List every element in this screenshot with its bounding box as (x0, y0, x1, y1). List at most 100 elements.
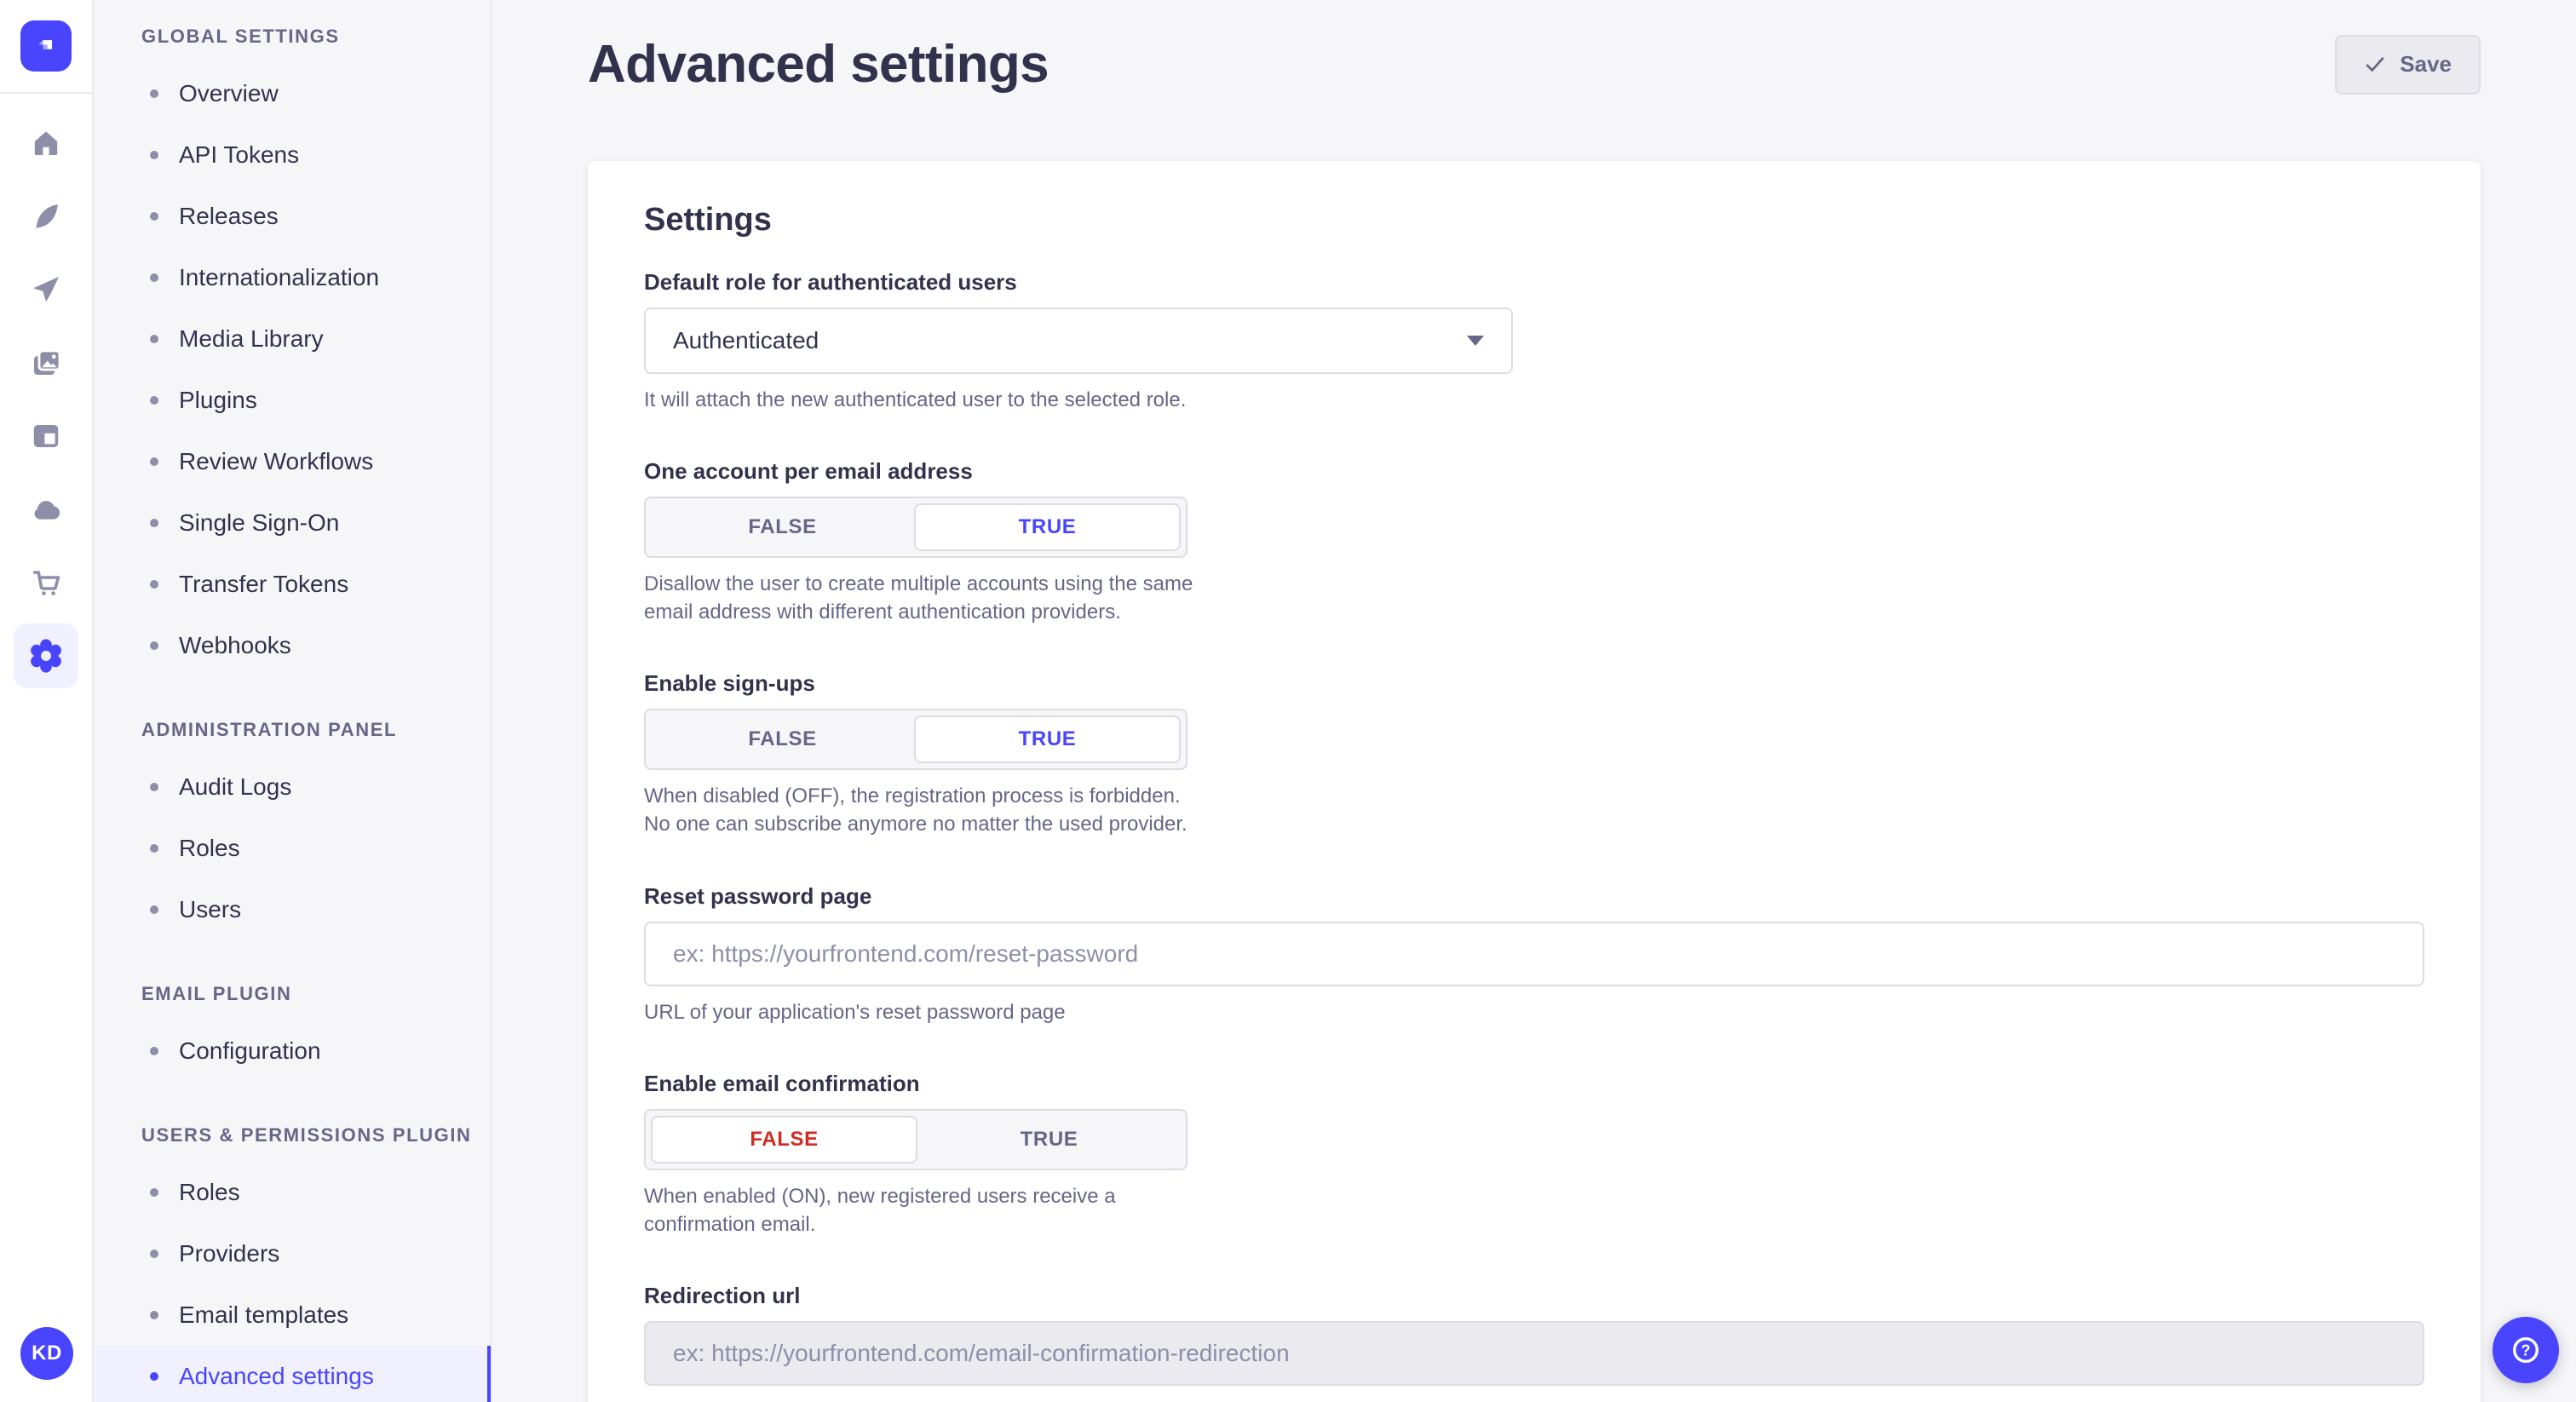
sidebar-item-label: Plugins (179, 387, 257, 414)
sidebar-item-media-library[interactable]: Media Library (95, 308, 491, 370)
cloud-button[interactable] (14, 477, 78, 542)
page-header: Advanced settings Save (588, 34, 2481, 95)
sidebar-item-label: Roles (179, 835, 240, 862)
main-content: Advanced settings Save Settings Default … (492, 0, 2576, 1402)
one-account-toggle: FALSE TRUE (644, 497, 1187, 558)
sidebar-item-roles[interactable]: Roles (95, 1162, 491, 1223)
nav-section-heading: Users & Permissions Plugin (141, 1126, 491, 1145)
bullet-icon (150, 89, 158, 98)
save-button-label: Save (2400, 51, 2452, 78)
email-confirmation-toggle: FALSE TRUE (644, 1109, 1187, 1170)
home-icon (29, 126, 63, 160)
sidebar-item-transfer-tokens[interactable]: Transfer Tokens (95, 554, 491, 615)
bullet-icon (150, 273, 158, 282)
settings-card: Settings Default role for authenticated … (588, 161, 2481, 1402)
sidebar-item-overview[interactable]: Overview (95, 63, 491, 124)
media-library-button[interactable] (14, 330, 78, 395)
sidebar-item-single-sign-on[interactable]: Single Sign-On (95, 492, 491, 554)
strapi-logo[interactable] (20, 20, 72, 72)
reset-password-label: Reset password page (644, 883, 2424, 910)
sidebar-item-plugins[interactable]: Plugins (95, 370, 491, 431)
sidebar-item-configuration[interactable]: Configuration (95, 1020, 491, 1082)
bullet-icon (150, 1372, 158, 1381)
sidebar-item-label: Configuration (179, 1037, 321, 1065)
reset-password-input[interactable] (644, 922, 2424, 986)
marketplace-button[interactable] (14, 550, 78, 615)
bullet-icon (150, 783, 158, 791)
settings-sidebar: Global Settings Overview API Tokens Release… (95, 0, 492, 1402)
content-builder-button[interactable] (14, 184, 78, 249)
nav-section-heading: Global Settings (141, 27, 491, 46)
sidebar-item-email-templates[interactable]: Email templates (95, 1284, 491, 1346)
email-confirmation-hint: When enabled (ON), new registered users … (644, 1182, 1210, 1238)
bullet-icon (150, 212, 158, 221)
sidebar-item-label: Advanced settings (179, 1363, 374, 1390)
sidebar-item-users[interactable]: Users (95, 879, 491, 940)
sidebar-item-label: Providers (179, 1240, 279, 1267)
default-role-hint: It will attach the new authenticated use… (644, 386, 2424, 414)
sidebar-item-label: API Tokens (179, 141, 299, 169)
bullet-icon (150, 844, 158, 853)
content-manager-button[interactable] (14, 404, 78, 468)
email-confirmation-true-option[interactable]: TRUE (917, 1116, 1181, 1164)
bullet-icon (150, 641, 158, 650)
field-email-confirmation: Enable email confirmation FALSE TRUE Whe… (644, 1071, 2424, 1238)
sidebar-item-roles[interactable]: Roles (95, 818, 491, 879)
sidebar-item-providers[interactable]: Providers (95, 1223, 491, 1284)
help-button[interactable]: ? (2493, 1317, 2559, 1383)
user-avatar[interactable]: KD (20, 1327, 73, 1380)
settings-button[interactable] (14, 623, 78, 688)
field-one-account: One account per email address FALSE TRUE… (644, 458, 2424, 626)
media-library-icon (29, 346, 63, 380)
default-role-value: Authenticated (673, 327, 819, 354)
bullet-icon (150, 151, 158, 159)
sidebar-item-label: Transfer Tokens (179, 571, 348, 598)
one-account-false-option[interactable]: FALSE (651, 503, 914, 551)
field-redirection-url: Redirection url (644, 1283, 2424, 1386)
bullet-icon (150, 1250, 158, 1258)
bullet-icon (150, 1311, 158, 1319)
sidebar-item-releases[interactable]: Releases (95, 186, 491, 247)
home-button[interactable] (14, 111, 78, 175)
enable-signups-label: Enable sign-ups (644, 670, 2424, 697)
rail-icon-list (0, 94, 92, 688)
cloud-icon (29, 492, 63, 526)
one-account-true-option[interactable]: TRUE (914, 503, 1181, 551)
shopping-cart-icon (29, 566, 63, 600)
question-mark-icon: ? (2510, 1334, 2542, 1366)
field-reset-password: Reset password page URL of your applicat… (644, 883, 2424, 1026)
bullet-icon (150, 396, 158, 405)
chevron-down-icon (1467, 336, 1484, 346)
email-confirmation-false-option[interactable]: FALSE (651, 1116, 917, 1164)
logo-container (0, 0, 92, 94)
sidebar-item-label: Users (179, 896, 241, 923)
bullet-icon (150, 457, 158, 466)
strapi-logo-icon (29, 29, 63, 63)
nav-section-heading: Email Plugin (141, 985, 491, 1003)
sidebar-item-label: Internationalization (179, 264, 379, 291)
one-account-hint: Disallow the user to create multiple acc… (644, 570, 1210, 626)
sidebar-item-webhooks[interactable]: Webhooks (95, 615, 491, 676)
deploy-button[interactable] (14, 257, 78, 322)
sidebar-item-review-workflows[interactable]: Review Workflows (95, 431, 491, 492)
default-role-select[interactable]: Authenticated (644, 307, 1513, 374)
enable-signups-toggle: FALSE TRUE (644, 709, 1187, 770)
save-button[interactable]: Save (2335, 35, 2481, 95)
enable-signups-true-option[interactable]: TRUE (914, 715, 1181, 763)
sidebar-item-internationalization[interactable]: Internationalization (95, 247, 491, 308)
layout-icon (29, 419, 63, 453)
svg-text:?: ? (2521, 1342, 2530, 1359)
bullet-icon (150, 1188, 158, 1197)
redirection-url-input (644, 1321, 2424, 1386)
default-role-label: Default role for authenticated users (644, 269, 2424, 296)
sidebar-item-label: Media Library (179, 325, 324, 353)
sidebar-item-audit-logs[interactable]: Audit Logs (95, 756, 491, 818)
email-confirmation-label: Enable email confirmation (644, 1071, 2424, 1097)
sidebar-item-advanced-settings[interactable]: Advanced settings (95, 1346, 491, 1402)
content-builder-feather-icon (29, 199, 63, 233)
field-enable-signups: Enable sign-ups FALSE TRUE When disabled… (644, 670, 2424, 838)
enable-signups-false-option[interactable]: FALSE (651, 715, 914, 763)
nav-section-heading: Administration Panel (141, 721, 491, 739)
card-heading: Settings (644, 202, 2424, 238)
sidebar-item-api-tokens[interactable]: API Tokens (95, 124, 491, 186)
